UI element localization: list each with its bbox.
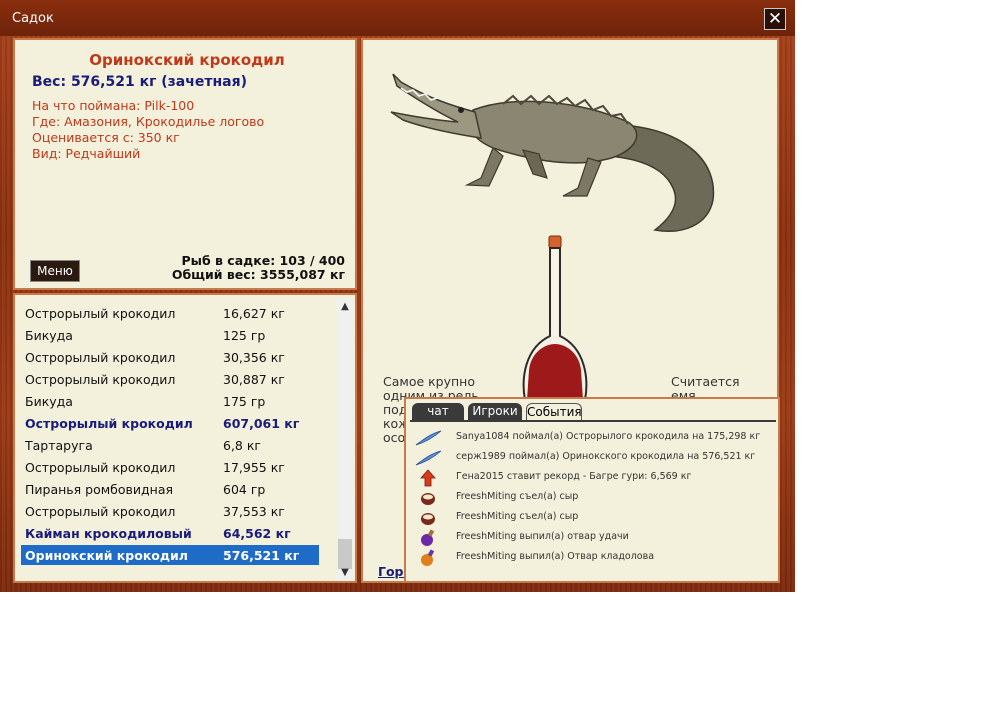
fish-info-panel: Оринокский крокодил Вес: 576,521 кг (зач… xyxy=(13,38,357,290)
fish-list-weight: 175 гр xyxy=(223,394,266,409)
tab-divider xyxy=(410,420,776,422)
fish-name: Оринокский крокодил xyxy=(89,51,285,69)
fish-list-weight: 37,553 кг xyxy=(223,504,285,519)
fish-list-row[interactable]: Бикуда 175 гр xyxy=(21,391,319,411)
event-text: Гена2015 ставит рекорд - Багре гури: 6,5… xyxy=(456,471,692,482)
fish-list-row[interactable]: Острорылый крокодил 37,553 кг xyxy=(21,501,319,521)
total-weight: Общий вес: 3555,087 кг xyxy=(171,267,345,282)
description-line: Считается xyxy=(671,374,740,389)
fish-list-name: Кайман крокодиловый xyxy=(25,526,192,541)
event-text: Sanya1084 поймал(а) Острорылого крокодил… xyxy=(456,431,761,442)
chat-panel: чат Игроки События Sanya1084 поймал(а) О… xyxy=(404,397,780,583)
fish-list-row[interactable]: Кайман крокодиловый 64,562 кг xyxy=(21,523,319,543)
food-bowl-icon xyxy=(421,513,435,525)
fish-count: Рыб в садке: 103 / 400 xyxy=(181,253,345,268)
fish-list-name: Острорылый крокодил xyxy=(25,460,176,475)
fish-list-row[interactable]: Пиранья ромбовидная 604 гр xyxy=(21,479,319,499)
fish-list-row[interactable]: Бикуда 125 гр xyxy=(21,325,319,345)
fish-list-weight: 30,356 кг xyxy=(223,350,285,365)
fish-list-weight: 604 гр xyxy=(223,482,266,497)
fish-list-name: Острорылый крокодил xyxy=(25,504,176,519)
window-title: Садок xyxy=(12,11,54,26)
fish-list-name: Бикуда xyxy=(25,328,73,343)
scroll-down-icon[interactable]: ▼ xyxy=(337,565,353,581)
fish-list-weight: 64,562 кг xyxy=(223,526,291,541)
fish-list-weight: 30,887 кг xyxy=(223,372,285,387)
title-bar: Садок ✕ xyxy=(0,0,795,36)
feather-icon xyxy=(415,430,442,446)
purple-potion-icon xyxy=(421,529,435,546)
event-text: FreeshMiting выпил(а) Отвар кладолова xyxy=(456,551,655,562)
rarity-detail: Вид: Редчайший xyxy=(32,146,141,161)
tab-players[interactable]: Игроки xyxy=(468,403,522,420)
fish-list-weight: 576,521 кг xyxy=(223,548,300,563)
fish-list-row[interactable]: Острорылый крокодил 607,061 кг xyxy=(21,413,319,433)
tab-events[interactable]: События xyxy=(526,403,582,421)
fish-list-name: Пиранья ромбовидная xyxy=(25,482,174,497)
fish-list-weight: 125 гр xyxy=(223,328,266,343)
fish-list-name: Острорылый крокодил xyxy=(25,350,176,365)
fish-list-row[interactable]: Острорылый крокодил 30,356 кг xyxy=(21,347,319,367)
fish-tank-window: Садок ✕ Оринокский крокодил Вес: 576,521… xyxy=(0,0,795,592)
event-text: FreeshMiting съел(а) сыр xyxy=(456,511,579,522)
fish-list-row[interactable]: Острорылый крокодил 16,627 кг xyxy=(21,303,319,323)
fish-list-panel: Острорылый крокодил 16,627 кг Бикуда 125 г… xyxy=(13,293,357,583)
fish-list-name: Острорылый крокодил xyxy=(25,372,176,387)
record-arrow-icon xyxy=(420,469,436,487)
fish-list-name: Острорылый крокодил xyxy=(25,306,176,321)
event-text: FreeshMiting съел(а) сыр xyxy=(456,491,579,502)
tab-chat[interactable]: чат xyxy=(412,403,464,420)
event-text: FreeshMiting выпил(а) отвар удачи xyxy=(456,531,629,542)
close-button[interactable]: ✕ xyxy=(764,8,786,30)
bait-detail: На что поймана: Pilk-100 xyxy=(32,98,195,113)
fish-list-name: Бикуда xyxy=(25,394,73,409)
description-line: осо xyxy=(383,430,406,445)
fish-list-row[interactable]: Тартаруга 6,8 кг xyxy=(21,435,319,455)
fish-list-row[interactable]: Острорылый крокодил 30,887 кг xyxy=(21,369,319,389)
food-bowl-icon xyxy=(421,493,435,505)
location-detail: Где: Амазония, Крокодилье логово xyxy=(32,114,265,129)
feather-icon xyxy=(415,450,442,466)
fish-list-row[interactable]: Острорылый крокодил 17,955 кг xyxy=(21,457,319,477)
menu-button[interactable]: Меню xyxy=(30,260,80,282)
value-detail: Оценивается с: 350 кг xyxy=(32,130,180,145)
list-scrollbar[interactable]: ▲ ▼ xyxy=(337,299,353,581)
description-line: Самое крупно xyxy=(383,374,476,389)
fish-list-name: Оринокский крокодил xyxy=(25,548,188,563)
fish-list-weight: 17,955 кг xyxy=(223,460,285,475)
event-text: серж1989 поймал(а) Оринокского крокодила… xyxy=(456,451,756,462)
orange-potion-icon xyxy=(421,549,435,566)
fish-weight: Вес: 576,521 кг (зачетная) xyxy=(32,74,247,90)
fish-list-name: Острорылый крокодил xyxy=(25,416,193,431)
fish-list-weight: 607,061 кг xyxy=(223,416,300,431)
fish-list-row-selected[interactable]: Оринокский крокодил 576,521 кг xyxy=(21,545,319,565)
fish-list-weight: 6,8 кг xyxy=(223,438,261,453)
fish-list-weight: 16,627 кг xyxy=(223,306,285,321)
scroll-up-icon[interactable]: ▲ xyxy=(337,299,353,315)
fish-list-name: Тартаруга xyxy=(25,438,93,453)
